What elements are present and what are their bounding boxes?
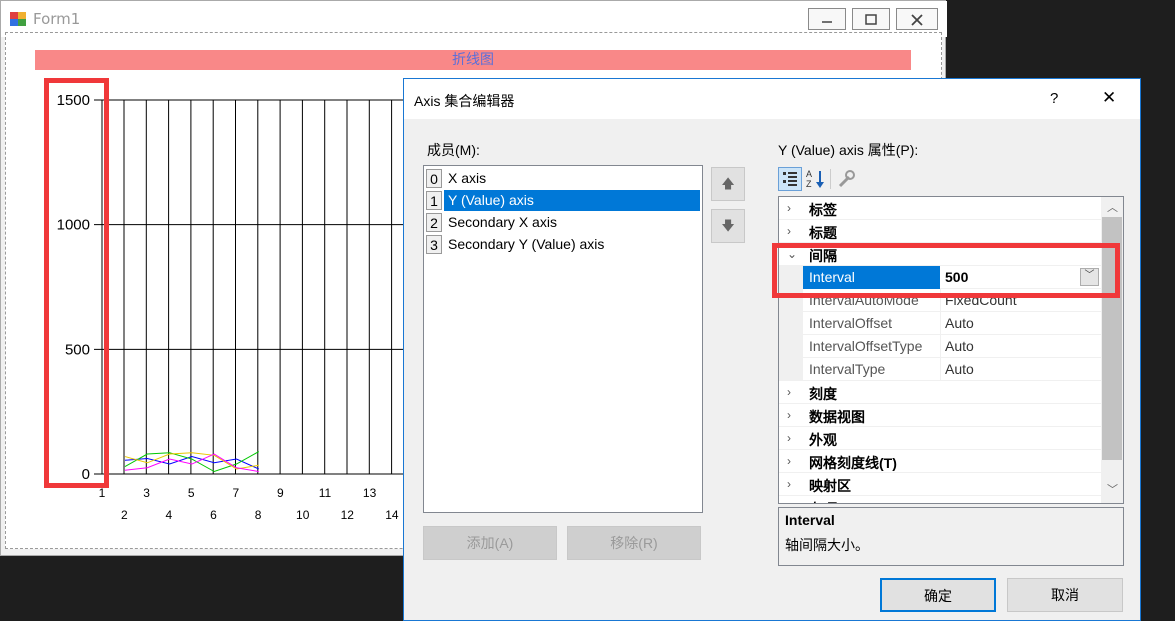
alphabetical-button[interactable]: AZ bbox=[804, 167, 828, 191]
x-tick-label: 14 bbox=[385, 508, 399, 522]
member-item-secondary-x-axis[interactable]: 2 Secondary X axis bbox=[424, 212, 702, 233]
description-title: Interval bbox=[785, 512, 835, 528]
cancel-button[interactable]: 取消 bbox=[1007, 578, 1123, 612]
scroll-up-icon[interactable]: ︿ bbox=[1107, 199, 1118, 215]
property-name: IntervalOffsetType bbox=[809, 338, 923, 354]
dialog-titlebar[interactable]: Axis 集合编辑器 ? ✕ bbox=[404, 79, 1140, 119]
category-label: 映射区 bbox=[809, 478, 851, 494]
property-name: IntervalType bbox=[809, 361, 886, 377]
move-down-button[interactable]: 🡇 bbox=[711, 209, 745, 243]
dialog-close-button[interactable]: ✕ bbox=[1102, 88, 1116, 108]
x-tick-label: 1 bbox=[99, 486, 106, 500]
row-margin bbox=[779, 358, 803, 381]
x-tick-label: 2 bbox=[121, 508, 128, 522]
expand-chevron-icon[interactable]: › bbox=[787, 431, 799, 445]
column-separator bbox=[940, 335, 941, 358]
add-button[interactable]: 添加(A) bbox=[423, 526, 557, 560]
member-item-y-value-axis[interactable]: 1 Y (Value) axis bbox=[424, 190, 702, 211]
property-category[interactable]: › 标题 bbox=[779, 220, 1101, 243]
member-index: 3 bbox=[426, 235, 442, 254]
column-separator bbox=[940, 312, 941, 335]
property-row[interactable]: IntervalOffset Auto bbox=[779, 312, 1101, 335]
toolbar-separator bbox=[830, 169, 831, 189]
svg-text:A: A bbox=[806, 169, 812, 179]
category-label: 数据视图 bbox=[809, 409, 865, 425]
property-category[interactable]: › 数据视图 bbox=[779, 404, 1101, 427]
row-margin bbox=[779, 312, 803, 335]
expand-chevron-icon[interactable]: › bbox=[787, 408, 799, 422]
member-index: 1 bbox=[426, 191, 442, 210]
properties-label: Y (Value) axis 属性(P): bbox=[778, 142, 919, 158]
column-separator bbox=[940, 358, 941, 381]
ok-button[interactable]: 确定 bbox=[880, 578, 996, 612]
property-category[interactable]: › 映射区 bbox=[779, 473, 1101, 496]
description-text: 轴间隔大小。 bbox=[785, 537, 869, 553]
x-tick-label: 8 bbox=[255, 508, 262, 522]
category-label: 外观 bbox=[809, 432, 837, 448]
property-category[interactable]: › 标签 bbox=[779, 197, 1101, 220]
member-label: Secondary Y (Value) axis bbox=[448, 236, 605, 252]
interval-highlight bbox=[772, 243, 1120, 298]
x-tick-label: 10 bbox=[296, 508, 310, 522]
sort-az-icon: AZ bbox=[806, 169, 824, 189]
member-index: 0 bbox=[426, 169, 442, 188]
category-label: 网格刻度线(T) bbox=[809, 455, 897, 471]
axis-collection-editor-dialog: Axis 集合编辑器 ? ✕ 成员(M): 0 X axis 1 Y (Valu… bbox=[403, 78, 1141, 621]
property-category[interactable]: › 杂项 bbox=[779, 496, 1101, 503]
dialog-title: Axis 集合编辑器 bbox=[414, 93, 515, 109]
property-category[interactable]: › 外观 bbox=[779, 427, 1101, 450]
members-label: 成员(M): bbox=[427, 142, 480, 158]
expand-chevron-icon[interactable]: › bbox=[787, 477, 799, 491]
property-row[interactable]: IntervalType Auto bbox=[779, 358, 1101, 381]
property-name: IntervalOffset bbox=[809, 315, 893, 331]
x-tick-label: 13 bbox=[363, 486, 377, 500]
x-tick-label: 6 bbox=[210, 508, 217, 522]
category-label: 标题 bbox=[809, 225, 837, 241]
member-label: X axis bbox=[448, 170, 487, 186]
arrow-down-icon: 🡇 bbox=[721, 218, 735, 233]
wrench-icon bbox=[838, 170, 855, 188]
property-category[interactable]: › 刻度 bbox=[779, 381, 1101, 404]
member-item-x-axis[interactable]: 0 X axis bbox=[424, 168, 702, 189]
x-tick-label: 9 bbox=[277, 486, 284, 500]
expand-chevron-icon[interactable]: › bbox=[787, 385, 799, 399]
expand-chevron-icon[interactable]: › bbox=[787, 201, 799, 215]
category-label: 标签 bbox=[809, 202, 837, 218]
category-label: 刻度 bbox=[809, 386, 837, 402]
arrow-up-icon: 🡅 bbox=[721, 176, 735, 191]
svg-text:Z: Z bbox=[806, 179, 812, 189]
property-value[interactable]: Auto bbox=[945, 361, 974, 377]
help-button[interactable]: ? bbox=[1050, 90, 1058, 107]
expand-chevron-icon[interactable]: › bbox=[787, 500, 799, 503]
row-margin bbox=[779, 335, 803, 358]
x-tick-label: 3 bbox=[143, 486, 150, 500]
member-index: 2 bbox=[426, 213, 442, 232]
property-value[interactable]: Auto bbox=[945, 315, 974, 331]
scroll-down-icon[interactable]: ﹀ bbox=[1107, 481, 1118, 497]
x-tick-label: 11 bbox=[319, 486, 332, 500]
x-tick-label: 12 bbox=[341, 508, 355, 522]
member-label: Y (Value) axis bbox=[448, 192, 534, 208]
expand-chevron-icon[interactable]: › bbox=[787, 454, 799, 468]
y-axis-highlight bbox=[44, 78, 109, 488]
expand-chevron-icon[interactable]: › bbox=[787, 224, 799, 238]
members-list[interactable]: 0 X axis 1 Y (Value) axis 2 Secondary X … bbox=[423, 165, 703, 513]
category-label: 杂项 bbox=[809, 499, 837, 503]
property-value[interactable]: Auto bbox=[945, 338, 974, 354]
x-tick-label: 7 bbox=[232, 486, 239, 500]
property-category[interactable]: › 网格刻度线(T) bbox=[779, 450, 1101, 473]
member-item-secondary-y-value-axis[interactable]: 3 Secondary Y (Value) axis bbox=[424, 234, 702, 255]
property-description: Interval 轴间隔大小。 bbox=[778, 507, 1124, 566]
categorized-button[interactable] bbox=[778, 167, 802, 191]
x-tick-label: 4 bbox=[166, 508, 173, 522]
move-up-button[interactable]: 🡅 bbox=[711, 167, 745, 201]
member-label: Secondary X axis bbox=[448, 214, 557, 230]
x-tick-label: 5 bbox=[188, 486, 195, 500]
property-pages-button[interactable] bbox=[834, 167, 858, 191]
remove-button[interactable]: 移除(R) bbox=[567, 526, 701, 560]
categorized-icon bbox=[783, 172, 797, 186]
property-row[interactable]: IntervalOffsetType Auto bbox=[779, 335, 1101, 358]
